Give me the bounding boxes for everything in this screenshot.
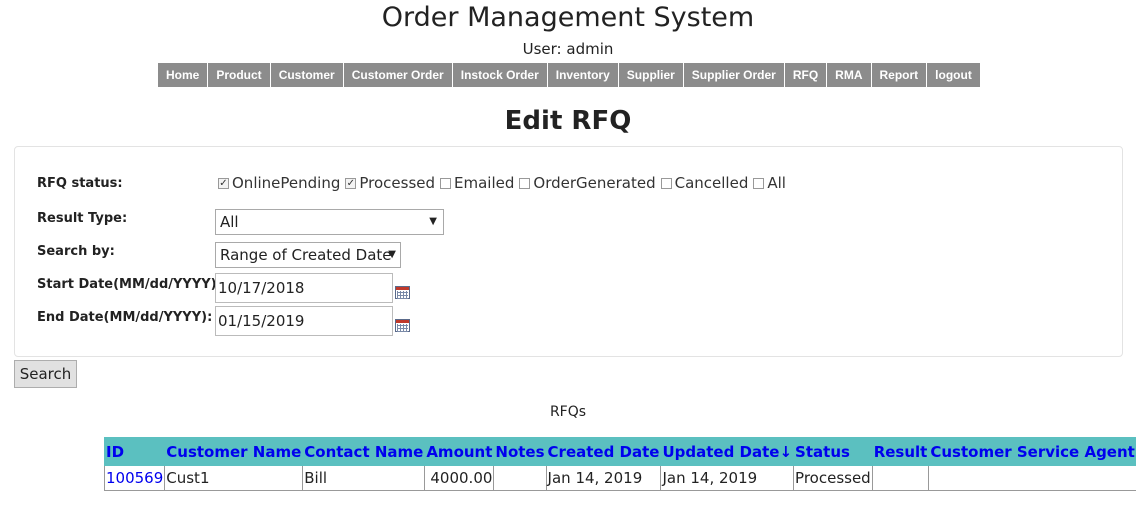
result-type-select[interactable]: All ▼: [215, 209, 444, 235]
status-ordergenerated-label: OrderGenerated: [533, 174, 656, 192]
checkbox-onlinepending[interactable]: ✓: [218, 177, 229, 189]
start-date-field[interactable]: 10/17/2018: [215, 273, 393, 303]
cell-notes: [493, 465, 547, 491]
status-onlinepending-label: OnlinePending: [232, 174, 341, 192]
app-title: Order Management System: [381, 2, 755, 33]
rfq-status-label: RFQ status:: [37, 176, 123, 191]
result-type-label: Result Type:: [37, 211, 128, 226]
col-updated-date[interactable]: Updated Date↓: [660, 437, 795, 466]
rfq-table: ID Customer Name Contact Name Amount Not…: [103, 437, 1136, 491]
checkbox-cancelled[interactable]: [660, 177, 672, 189]
nav-instock-order[interactable]: Instock Order: [452, 63, 548, 87]
cell-status: Processed: [793, 465, 873, 491]
status-all[interactable]: All: [753, 174, 786, 192]
col-id[interactable]: ID: [103, 437, 166, 466]
col-customer-service-agent[interactable]: Customer Service Agent: [928, 437, 1136, 466]
chevron-down-icon: ▼: [388, 249, 396, 260]
nav-customer-order[interactable]: Customer Order: [343, 63, 453, 87]
nav-logout[interactable]: logout: [927, 63, 980, 87]
status-cancelled-label: Cancelled: [674, 174, 749, 192]
nav-rma[interactable]: RMA: [827, 63, 872, 87]
checkbox-all[interactable]: [753, 177, 765, 189]
results-caption: RFQs: [549, 404, 587, 420]
col-contact-name[interactable]: Contact Name: [302, 437, 426, 466]
calendar-icon[interactable]: [395, 319, 410, 332]
checkbox-processed[interactable]: ✓: [345, 177, 357, 189]
status-emailed-label: Emailed: [454, 174, 515, 192]
nav-inventory[interactable]: Inventory: [547, 63, 619, 87]
cell-customer-service-agent: [928, 465, 1136, 491]
search-by-label: Search by:: [37, 244, 115, 259]
cell-created-date: Jan 14, 2019: [545, 465, 662, 491]
col-amount[interactable]: Amount: [424, 437, 495, 466]
nav-supplier[interactable]: Supplier: [618, 63, 684, 87]
cell-amount: 4000.00: [424, 465, 495, 491]
cell-id[interactable]: 100569: [103, 465, 166, 491]
nav-supplier-order[interactable]: Supplier Order: [683, 63, 785, 87]
status-all-label: All: [767, 174, 786, 192]
cell-updated-date: Jan 14, 2019: [660, 465, 795, 491]
status-processed[interactable]: ✓ Processed: [345, 174, 435, 192]
nav-report[interactable]: Report: [871, 63, 928, 87]
calendar-icon[interactable]: [395, 286, 410, 299]
end-date-label: End Date(MM/dd/YYYY):: [37, 310, 213, 325]
nav-home[interactable]: Home: [158, 63, 209, 87]
cell-contact-name: Bill: [302, 465, 426, 491]
cell-result: [871, 465, 930, 491]
col-result[interactable]: Result: [871, 437, 930, 466]
col-notes[interactable]: Notes: [493, 437, 547, 466]
rfq-id-link[interactable]: 100569: [106, 469, 163, 487]
end-date-field[interactable]: 01/15/2019: [215, 306, 393, 336]
col-created-date[interactable]: Created Date: [545, 437, 662, 466]
main-nav: Home Product Customer Customer Order Ins…: [158, 63, 980, 87]
status-onlinepending[interactable]: ✓ OnlinePending: [218, 174, 340, 192]
search-button[interactable]: Search: [14, 360, 77, 388]
status-cancelled[interactable]: Cancelled: [660, 174, 749, 192]
cell-customer-name: Cust1: [164, 465, 304, 491]
status-processed-label: Processed: [359, 174, 436, 192]
nav-rfq[interactable]: RFQ: [784, 63, 828, 87]
checkbox-ordergenerated[interactable]: [519, 177, 531, 189]
search-panel: RFQ status: ✓ OnlinePending ✓ Processed …: [14, 146, 1123, 357]
status-emailed[interactable]: Emailed: [440, 174, 514, 192]
col-customer-name[interactable]: Customer Name: [164, 437, 304, 466]
nav-customer[interactable]: Customer: [270, 63, 344, 87]
search-by-select[interactable]: Range of Created Date ▼: [215, 242, 401, 268]
start-date-label: Start Date(MM/dd/YYYY):: [37, 277, 222, 292]
search-by-value: Range of Created Date: [220, 246, 392, 264]
status-ordergenerated[interactable]: OrderGenerated: [519, 174, 656, 192]
result-type-value: All: [220, 213, 239, 231]
chevron-down-icon: ▼: [429, 216, 437, 227]
col-status[interactable]: Status: [793, 437, 873, 466]
table-header-row: ID Customer Name Contact Name Amount Not…: [103, 437, 1136, 466]
user-info: User: admin: [522, 40, 614, 58]
table-row: 100569 Cust1 Bill 4000.00 Jan 14, 2019 J…: [103, 465, 1136, 491]
checkbox-emailed[interactable]: [440, 177, 452, 189]
rfq-status-checkboxes: ✓ OnlinePending ✓ Processed Emailed Orde…: [218, 174, 791, 192]
page-title: Edit RFQ: [504, 106, 632, 136]
nav-product[interactable]: Product: [208, 63, 271, 87]
